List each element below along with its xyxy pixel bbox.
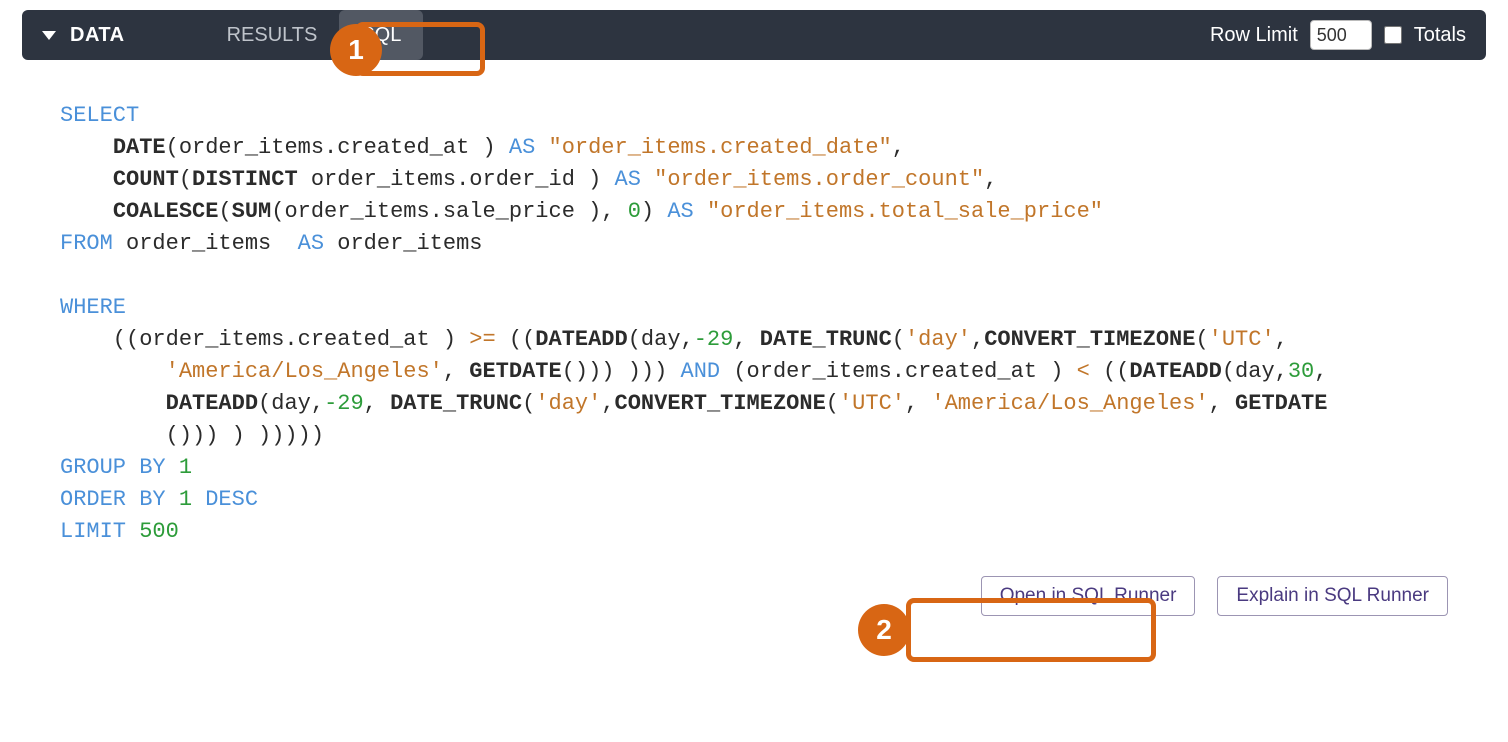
data-tabs: RESULTS SQL	[205, 10, 424, 60]
data-panel-header: DATA RESULTS SQL Row Limit Totals	[22, 10, 1486, 60]
data-label: DATA	[70, 24, 125, 47]
totals-label: Totals	[1414, 24, 1466, 47]
sql-code-view: SELECT DATE(order_items.created_at ) AS …	[0, 60, 1508, 558]
open-in-sql-runner-button[interactable]: Open in SQL Runner	[981, 576, 1196, 616]
annotation-marker-1: 1	[330, 24, 382, 76]
totals-checkbox[interactable]	[1384, 26, 1402, 44]
explain-in-sql-runner-button[interactable]: Explain in SQL Runner	[1217, 576, 1448, 616]
sql-action-row: Open in SQL Runner Explain in SQL Runner	[0, 558, 1508, 656]
annotation-marker-2: 2	[858, 604, 910, 656]
caret-down-icon	[42, 31, 56, 40]
data-section-toggle[interactable]: DATA	[42, 24, 125, 47]
row-limit-input[interactable]	[1310, 20, 1372, 50]
tab-results[interactable]: RESULTS	[205, 10, 340, 60]
row-limit-label: Row Limit	[1210, 24, 1298, 47]
